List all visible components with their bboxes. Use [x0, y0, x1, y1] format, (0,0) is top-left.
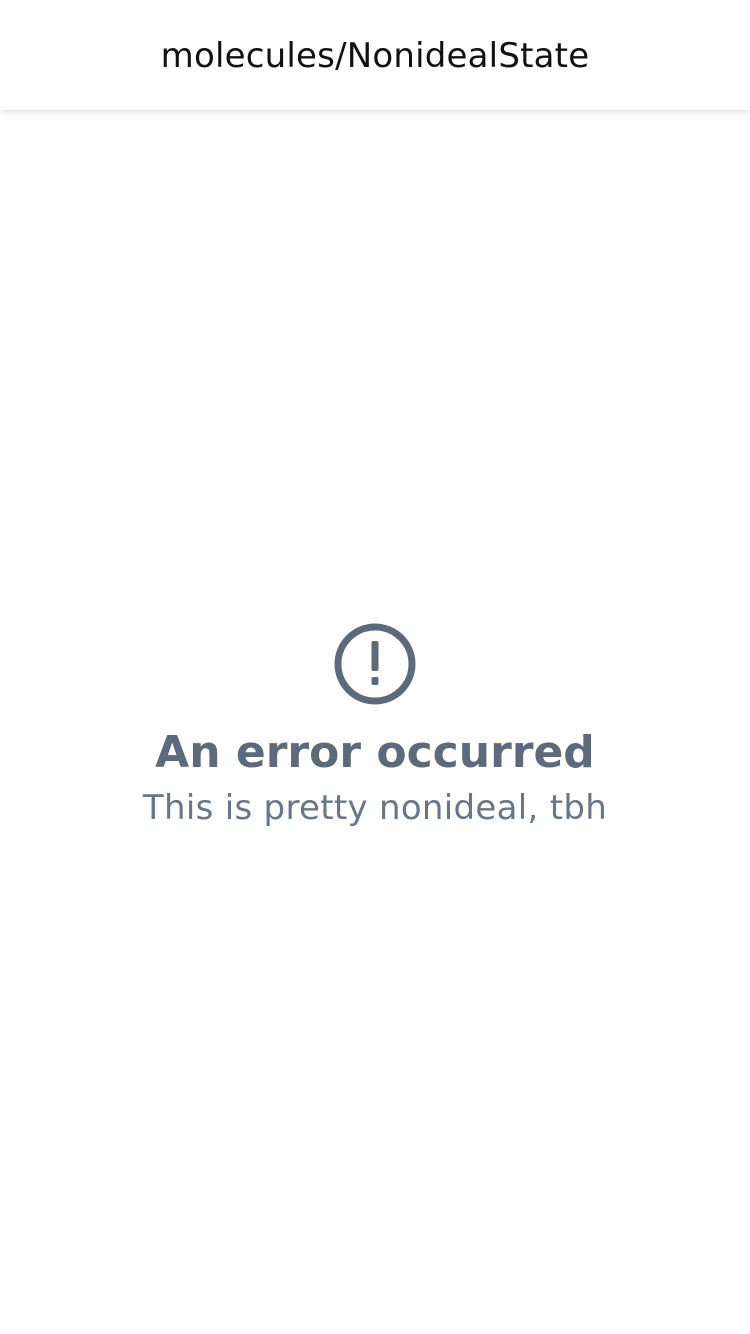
top-header: molecules/NonidealState — [0, 0, 750, 110]
error-title: An error occurred — [155, 727, 595, 778]
content-area: An error occurred This is pretty nonidea… — [0, 110, 750, 1334]
page-title: molecules/NonidealState — [160, 36, 590, 76]
error-subtitle: This is pretty nonideal, tbh — [142, 788, 608, 828]
nonideal-state: An error occurred This is pretty nonidea… — [0, 622, 750, 828]
exclamation-circle-icon — [334, 623, 416, 705]
